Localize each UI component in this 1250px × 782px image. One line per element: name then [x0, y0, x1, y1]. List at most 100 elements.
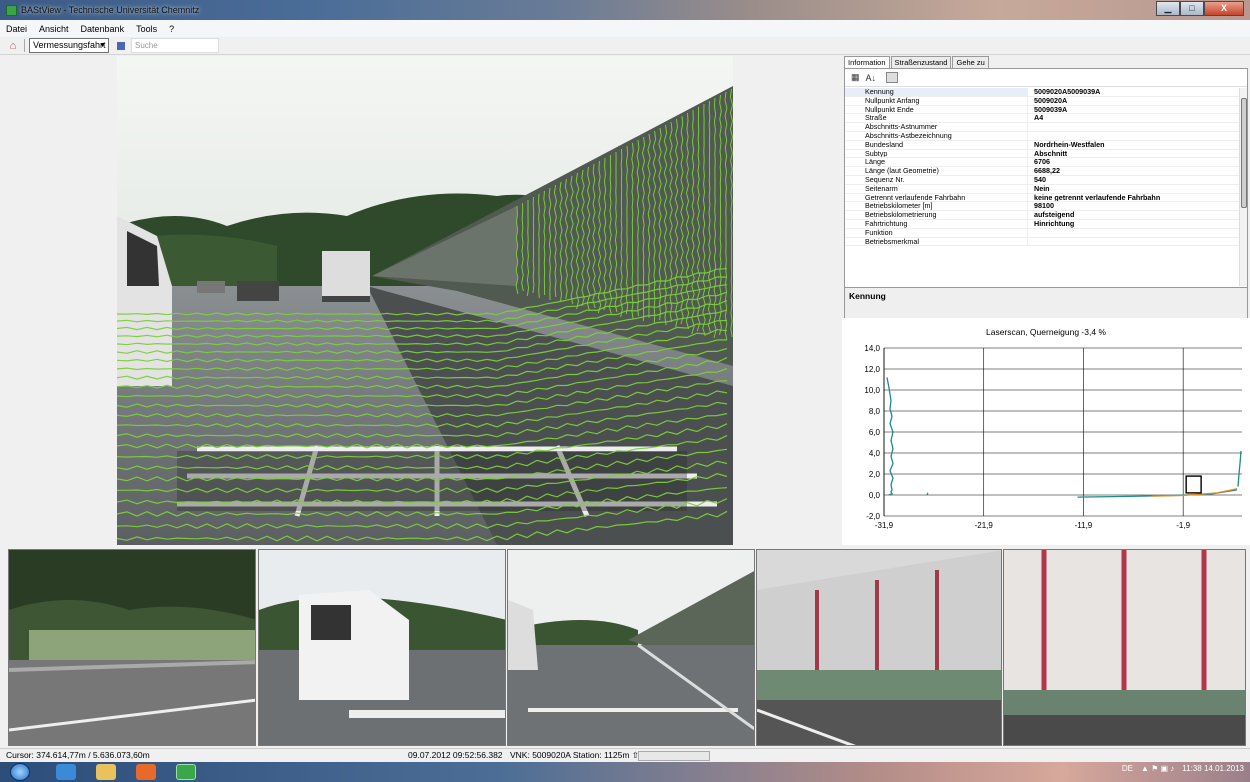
property-row[interactable]: Betriebskilometrierung aufsteigend [845, 211, 1241, 220]
bastview-taskbar-icon[interactable] [176, 764, 196, 780]
laser-wall-line [532, 196, 535, 294]
chart-title: Laserscan, Querneigung -3,4 % [986, 327, 1106, 337]
thumbnail-image [1004, 550, 1245, 745]
camera-thumbnail-front[interactable] [507, 549, 755, 746]
property-row[interactable]: Bundesland Nordrhein-Westfalen [845, 140, 1241, 150]
camera-thumbnail-right[interactable] [756, 549, 1002, 746]
close-button[interactable]: X [1204, 1, 1244, 16]
property-key: Sequenz Nr. [845, 175, 1028, 184]
property-key: Bundesland [845, 140, 1028, 149]
property-row[interactable]: Betriebsmerkmal [845, 237, 1241, 247]
camera-thumbnail-far-right[interactable] [1003, 549, 1246, 746]
chart-y-tick-label: 6,0 [869, 428, 881, 437]
thumbnail-image [9, 550, 255, 745]
description-title: Kennung [849, 291, 886, 301]
property-row[interactable]: Länge (laut Geometrie) 6688,22 [845, 167, 1241, 176]
property-value: 5009039A [1034, 105, 1068, 114]
property-row[interactable]: Kennung 5009020A5009039A [845, 88, 1241, 97]
property-row[interactable]: Nullpunkt Ende 5009039A [845, 105, 1241, 115]
property-scrollbar[interactable] [1239, 88, 1247, 286]
categorized-icon[interactable]: ▦ [851, 72, 860, 83]
sort-alphabetical-icon[interactable]: A↓ [866, 73, 877, 83]
property-row[interactable]: Subtyp Abschnitt [845, 149, 1241, 159]
chart-series-line [926, 492, 929, 496]
property-row[interactable]: Länge 6706 [845, 158, 1241, 168]
property-row[interactable]: Seitenarm Nein [845, 184, 1241, 194]
maximize-button[interactable]: □ [1180, 1, 1204, 16]
scrollbar-thumb[interactable] [1241, 98, 1247, 208]
chart-y-tick-label: 8,0 [869, 407, 881, 416]
panel-tabs: Information Straßenzustand Gehe zu [844, 56, 990, 68]
status-bar: Cursor: 374.614,77m / 5.636.073,60m 09.0… [0, 748, 1250, 762]
tab-strassenzustand[interactable]: Straßenzustand [890, 56, 952, 68]
property-row[interactable]: Abschnitts-Astnummer [845, 123, 1241, 132]
property-value [1028, 229, 1034, 237]
system-tray: DE ▲ ⚑ ▣ ♪ 11:38 14.01.2013 [1122, 764, 1244, 773]
tray-icons[interactable]: ▲ ⚑ ▣ ♪ [1141, 764, 1174, 773]
property-key: Straße [845, 114, 1028, 123]
internet-explorer-icon[interactable] [56, 764, 76, 780]
property-key: Kennung [845, 88, 1028, 96]
menu-tools[interactable]: Tools [136, 24, 157, 34]
property-key: Getrennt verlaufende Fahrbahn [845, 193, 1028, 202]
property-key: Fahrtrichtung [845, 219, 1028, 228]
property-key: Nullpunkt Ende [845, 105, 1028, 114]
property-row[interactable]: Sequenz Nr. 540 [845, 175, 1241, 185]
chart-y-tick-label: 12,0 [864, 365, 880, 374]
property-key: Abschnitts-Astbezeichnung [845, 131, 1028, 140]
station-info: VNK: 5009020A Station: 1125m ⇧ [510, 750, 639, 760]
chart-marker-box [1185, 475, 1202, 494]
property-key: Länge (laut Geometrie) [845, 167, 1028, 175]
language-indicator[interactable]: DE [1122, 764, 1133, 773]
camera-thumbnail-left[interactable] [8, 549, 256, 746]
menu-datenbank[interactable]: Datenbank [81, 24, 125, 34]
taskbar: DE ▲ ⚑ ▣ ♪ 11:38 14.01.2013 [0, 762, 1250, 782]
property-row[interactable]: Getrennt verlaufende Fahrbahn keine getre… [845, 193, 1241, 203]
progress-bar [638, 751, 710, 761]
clock[interactable]: 11:38 14.01.2013 [1182, 764, 1244, 773]
property-value [1028, 123, 1034, 131]
right-panel: Information Straßenzustand Gehe zu ▦ A↓ … [842, 56, 1250, 545]
chart-y-tick-label: 10,0 [864, 386, 880, 395]
chart-series-line [1237, 450, 1242, 487]
property-row[interactable]: Funktion [845, 228, 1241, 238]
property-row[interactable]: Fahrtrichtung Hinrichtung [845, 219, 1241, 229]
menu-help[interactable]: ? [169, 24, 174, 34]
property-key: Betriebskilometer [m] [845, 202, 1028, 211]
clock-time: 11:38 [1182, 764, 1202, 773]
home-icon[interactable]: ⌂ [6, 39, 20, 53]
camera-thumbnail-front-left[interactable] [258, 549, 506, 746]
minimize-button[interactable]: ▁ [1156, 1, 1180, 16]
tab-gehe-zu[interactable]: Gehe zu [952, 56, 989, 68]
property-row[interactable]: Abschnitts-Astbezeichnung [845, 131, 1241, 141]
mode-select[interactable]: Vermessungsfahrt ▼ [29, 38, 109, 53]
tab-information[interactable]: Information [844, 56, 890, 68]
property-key: Betriebskilometrierung [845, 211, 1028, 219]
property-toolbar: ▦ A↓ [845, 69, 1247, 87]
toolbar-separator [24, 39, 25, 52]
property-key: Nullpunkt Anfang [845, 96, 1028, 105]
property-value: Nein [1034, 184, 1050, 193]
property-row[interactable]: Betriebskilometer [m] 98100 [845, 202, 1241, 212]
file-explorer-icon[interactable] [96, 764, 116, 780]
chart-y-tick-label: 2,0 [869, 470, 881, 479]
media-player-icon[interactable] [136, 764, 156, 780]
chart-y-tick-label: 0,0 [869, 491, 881, 500]
property-value: 540 [1034, 175, 1046, 184]
road-camera-view[interactable] [117, 56, 733, 545]
menu-datei[interactable]: Datei [6, 24, 27, 34]
cursor-position: Cursor: 374.614,77m / 5.636.073,60m [6, 750, 150, 760]
property-value: 6688,22 [1034, 167, 1060, 175]
property-pages-icon[interactable] [886, 72, 899, 83]
search-input[interactable]: Suche [131, 38, 219, 53]
toolbar: ⌂ Vermessungsfahrt ▼ Suche [0, 37, 1250, 55]
property-row[interactable]: Straße A4 [845, 114, 1241, 124]
menu-ansicht[interactable]: Ansicht [39, 24, 69, 34]
chart-svg: Laserscan, Querneigung -3,4 % 14,0 12,0 10,… [864, 327, 1242, 530]
property-value: Nordrhein-Westfalen [1034, 140, 1105, 149]
chart-y-tick-label: 14,0 [864, 344, 880, 353]
search-icon [117, 41, 125, 50]
property-row[interactable]: Nullpunkt Anfang 5009020A [845, 96, 1241, 106]
start-button[interactable] [10, 763, 30, 781]
property-key: Länge [845, 158, 1028, 167]
